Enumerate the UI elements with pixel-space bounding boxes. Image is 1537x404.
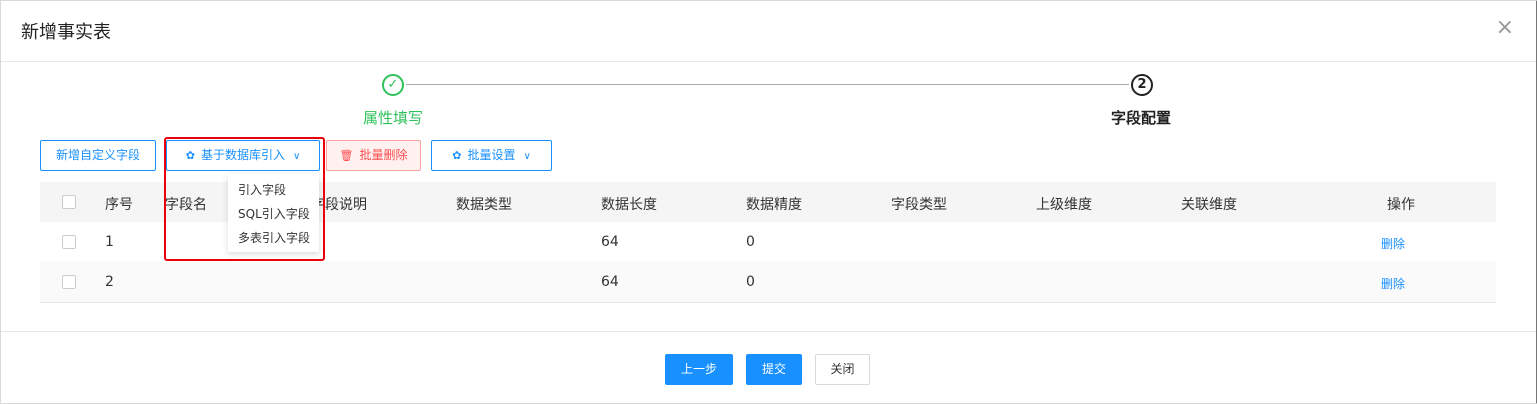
table-row: 2 64 0 删除 bbox=[40, 262, 1496, 303]
check-icon: ✓ bbox=[382, 74, 404, 96]
row-index: 2 bbox=[105, 274, 114, 290]
chevron-down-icon: ∨ bbox=[523, 151, 531, 162]
col-data-type: 数据类型 bbox=[456, 197, 512, 213]
col-field-desc: 字段说明 bbox=[311, 197, 367, 213]
prev-step-button[interactable]: 上一步 bbox=[665, 354, 733, 385]
batch-delete-button[interactable]: 🗑 批量删除 bbox=[326, 140, 421, 171]
dialog-title: 新增事实表 bbox=[21, 22, 111, 43]
dialog: 新增事实表 × ✓ 2 属性填写 字段配置 新增自定义字段 ✿ 基于数据库引入 ∨ … bbox=[0, 0, 1537, 404]
delete-link[interactable]: 删除 bbox=[1381, 275, 1405, 292]
import-from-db-label: 基于数据库引入 bbox=[200, 148, 285, 162]
col-field-type: 字段类型 bbox=[891, 197, 947, 213]
col-action: 操作 bbox=[1387, 197, 1415, 213]
col-field-name: 字段名 bbox=[165, 197, 207, 213]
close-button[interactable]: 关闭 bbox=[815, 354, 870, 385]
step-connector bbox=[406, 84, 1129, 85]
dialog-header: 新增事实表 × bbox=[1, 1, 1536, 62]
delete-link[interactable]: 删除 bbox=[1381, 235, 1405, 252]
step-label-fields: 字段配置 bbox=[1111, 109, 1172, 127]
step-label-attributes: 属性填写 bbox=[363, 109, 424, 127]
batch-settings-button[interactable]: ✿ 批量设置 ∨ bbox=[431, 140, 552, 171]
row-checkbox[interactable] bbox=[62, 235, 76, 249]
row-precision: 0 bbox=[746, 274, 755, 290]
col-parent-dim: 上级维度 bbox=[1036, 197, 1092, 213]
import-from-db-button[interactable]: ✿ 基于数据库引入 ∨ bbox=[166, 140, 320, 171]
menu-item-import-field[interactable]: 引入字段 bbox=[238, 181, 286, 198]
menu-item-multi-table-import[interactable]: 多表引入字段 bbox=[238, 229, 310, 246]
col-precision: 数据精度 bbox=[746, 197, 802, 213]
submit-button[interactable]: 提交 bbox=[746, 354, 802, 385]
row-length: 64 bbox=[601, 234, 619, 250]
row-precision: 0 bbox=[746, 234, 755, 250]
col-length: 数据长度 bbox=[601, 197, 657, 213]
add-custom-field-button[interactable]: 新增自定义字段 bbox=[40, 140, 156, 171]
import-dropdown-menu: 引入字段 SQL引入字段 多表引入字段 bbox=[228, 174, 319, 252]
gear-icon: ✿ bbox=[452, 149, 462, 162]
steps: ✓ 2 属性填写 字段配置 bbox=[1, 69, 1537, 129]
row-length: 64 bbox=[601, 274, 619, 290]
trash-icon: 🗑 bbox=[339, 149, 354, 162]
batch-delete-label: 批量删除 bbox=[359, 148, 408, 162]
close-icon[interactable]: × bbox=[1496, 15, 1514, 40]
add-custom-field-label: 新增自定义字段 bbox=[55, 148, 140, 162]
gear-icon: ✿ bbox=[185, 149, 195, 162]
col-related-dim: 关联维度 bbox=[1181, 197, 1237, 213]
step-number: 2 bbox=[1131, 74, 1153, 96]
select-all-checkbox[interactable] bbox=[62, 195, 76, 209]
row-index: 1 bbox=[105, 234, 114, 250]
batch-settings-label: 批量设置 bbox=[467, 148, 516, 162]
row-checkbox[interactable] bbox=[62, 275, 76, 289]
col-index: 序号 bbox=[105, 197, 133, 213]
dialog-footer: 上一步 提交 关闭 bbox=[1, 331, 1536, 404]
menu-item-sql-import[interactable]: SQL引入字段 bbox=[238, 205, 310, 222]
chevron-down-icon: ∨ bbox=[292, 151, 301, 162]
